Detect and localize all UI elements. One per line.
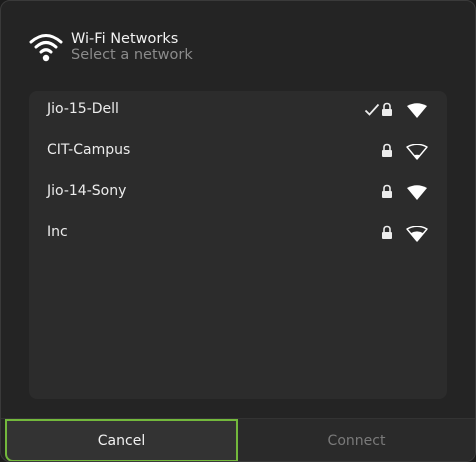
network-name: CIT-Campus	[47, 142, 131, 158]
wifi-icon	[29, 34, 63, 62]
cancel-button[interactable]: Cancel	[5, 419, 238, 461]
network-list: Jio-15-Dell CIT-Campus Jio-14-Sony Inc	[29, 91, 447, 399]
dialog-title: Wi-Fi Networks	[71, 31, 179, 47]
dialog-subtitle: Select a network	[71, 47, 193, 63]
network-name: Jio-15-Dell	[47, 101, 119, 117]
network-row-jio-14-sony[interactable]: Jio-14-Sony	[29, 173, 447, 214]
network-row-cit-campus[interactable]: CIT-Campus	[29, 132, 447, 173]
lock-icon	[382, 143, 392, 157]
lock-icon	[382, 102, 392, 116]
lock-icon	[382, 225, 392, 239]
wifi-signal-weak-icon	[406, 144, 428, 160]
dialog-header: Wi-Fi Networks Select a network	[1, 1, 475, 91]
wifi-signal-full-icon	[407, 185, 427, 200]
check-icon	[364, 103, 380, 116]
dialog-footer: Cancel Connect	[1, 418, 475, 461]
wifi-signal-full-icon	[407, 103, 427, 118]
network-name: Jio-14-Sony	[47, 183, 127, 199]
connect-button[interactable]: Connect	[238, 419, 475, 461]
network-row-jio-15-dell[interactable]: Jio-15-Dell	[29, 91, 447, 132]
lock-icon	[382, 184, 392, 198]
wifi-networks-dialog: Wi-Fi Networks Select a network Jio-15-D…	[0, 0, 476, 462]
network-row-inc[interactable]: Inc	[29, 214, 447, 255]
network-name: Inc	[47, 224, 68, 240]
wifi-signal-good-icon	[406, 226, 428, 242]
